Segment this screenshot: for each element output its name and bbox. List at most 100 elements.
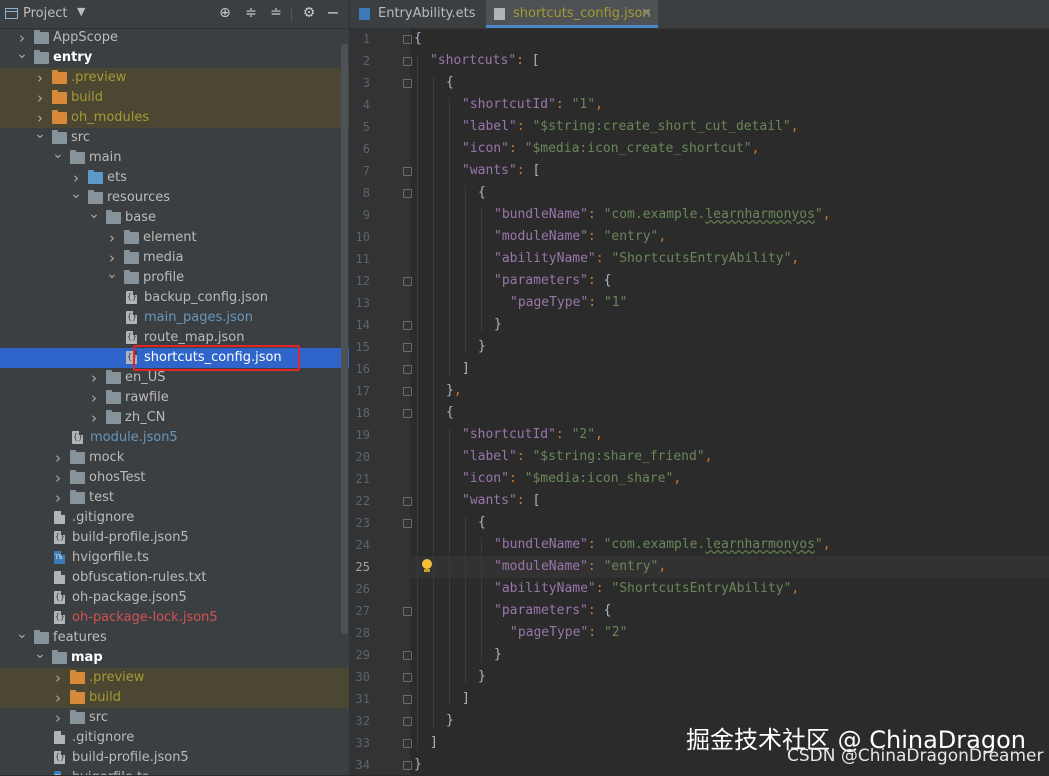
fold-icon[interactable] [403,607,412,616]
fold-icon[interactable] [403,761,412,770]
code-token: "shortcutId" [462,427,556,442]
tree-item[interactable]: › test [0,488,349,508]
fold-icon[interactable] [403,409,412,418]
chevron-right-icon[interactable]: › [34,68,46,88]
project-title[interactable]: Project [23,6,67,21]
gear-icon[interactable]: ⚙ [300,4,318,22]
chevron-right-icon[interactable]: › [88,408,100,428]
tree-item[interactable]: oh-package.json5 [0,588,349,608]
fold-icon[interactable] [403,717,412,726]
tree-item[interactable]: oh-package-lock.json5 [0,608,349,628]
tree-item[interactable]: main_pages.json [0,308,349,328]
tree-item[interactable]: ⌄ map [0,647,349,668]
tree-item[interactable]: › mock [0,448,349,468]
fold-icon[interactable] [403,321,412,330]
tree-item[interactable]: › zh_CN [0,408,349,428]
fold-icon[interactable] [403,387,412,396]
fold-icon[interactable] [403,57,412,66]
tree-item[interactable]: ⌄ features [0,627,349,648]
tree-item[interactable]: › rawfile [0,388,349,408]
code-token: { [414,31,422,46]
tree-item[interactable]: .gitignore [0,508,349,528]
tree-item[interactable]: › ohosTest [0,468,349,488]
fold-icon[interactable] [403,739,412,748]
tree-item[interactable]: › AppScope [0,28,349,48]
chevron-right-icon[interactable]: › [52,668,64,688]
minimize-icon[interactable]: − [324,4,342,22]
tree-item[interactable]: ⌄ src [0,127,349,148]
code-token: : [587,537,604,552]
chevron-right-icon[interactable]: › [52,448,64,468]
chevron-right-icon[interactable]: › [34,88,46,108]
chevron-right-icon[interactable]: › [52,708,64,728]
fold-icon[interactable] [403,189,412,198]
fold-icon[interactable] [403,277,412,286]
ts-file-icon [54,771,65,775]
chevron-right-icon[interactable]: › [88,368,100,388]
file-icon [54,511,65,524]
chevron-down-icon[interactable]: ⌄ [88,207,100,228]
chevron-right-icon[interactable]: › [106,228,118,248]
chevron-right-icon[interactable]: › [52,688,64,708]
tree-item[interactable]: ⌄ resources [0,187,349,208]
tree-item[interactable]: hvigorfile.ts [0,548,349,568]
tab-shortcuts-config[interactable]: shortcuts_config.json ✕ [486,0,658,28]
tree-item[interactable]: .gitignore [0,728,349,748]
fold-icon[interactable] [403,35,412,44]
expand-all-icon[interactable]: ≑ [242,4,260,22]
chevron-down-icon[interactable]: ⌄ [16,627,28,648]
tree-item[interactable]: › element [0,228,349,248]
tree-item[interactable]: hvigorfile.ts [0,768,349,775]
tree-item[interactable]: build-profile.json5 [0,528,349,548]
tree-item[interactable]: › ets [0,168,349,188]
fold-icon[interactable] [403,519,412,528]
fold-icon[interactable] [403,651,412,660]
fold-icon[interactable] [403,365,412,374]
chevron-right-icon[interactable]: › [106,248,118,268]
fold-icon[interactable] [403,79,412,88]
chevron-down-icon[interactable]: ▼ [77,5,85,18]
tree-item[interactable]: build-profile.json5 [0,748,349,768]
tree-item[interactable]: › src [0,708,349,728]
chevron-down-icon[interactable]: ⌄ [16,47,28,68]
collapse-all-icon[interactable]: ≐ [267,4,285,22]
tree-item[interactable]: ⌄ main [0,147,349,168]
close-icon[interactable]: ✕ [641,0,652,28]
chevron-down-icon[interactable]: ⌄ [70,187,82,208]
tree-item[interactable]: › build [0,688,349,708]
chevron-right-icon[interactable]: › [70,168,82,188]
chevron-right-icon[interactable]: › [52,468,64,488]
chevron-down-icon[interactable]: ⌄ [52,147,64,168]
tree-item[interactable]: ⌄ base [0,207,349,228]
tree-item-label: main [89,150,122,165]
fold-icon[interactable] [403,167,412,176]
tree-item[interactable]: › .preview [0,68,349,88]
fold-icon[interactable] [403,497,412,506]
lightbulb-icon[interactable] [421,559,433,573]
chevron-right-icon[interactable]: › [88,388,100,408]
fold-icon[interactable] [403,343,412,352]
tree-item[interactable]: › oh_modules [0,108,349,128]
tree-scrollbar[interactable] [341,44,348,634]
chevron-right-icon[interactable]: › [52,488,64,508]
chevron-down-icon[interactable]: ⌄ [34,647,46,668]
tab-entryability[interactable]: EntryAbility.ets [350,0,486,28]
chevron-down-icon[interactable]: ⌄ [106,267,118,288]
tree-item[interactable]: › media [0,248,349,268]
tree-item[interactable]: ⌄ entry [0,47,349,68]
chevron-right-icon[interactable]: › [16,28,28,48]
tree-item[interactable]: ⌄ profile [0,267,349,288]
tree-item[interactable]: obfuscation-rules.txt [0,568,349,588]
crosshair-icon[interactable]: ⊕ [216,4,234,22]
fold-icon[interactable] [403,673,412,682]
tree-item[interactable]: › en_US [0,368,349,388]
tree-item[interactable]: › .preview [0,668,349,688]
tree-item[interactable]: module.json5 [0,428,349,448]
tree-item[interactable]: backup_config.json [0,288,349,308]
fold-icon[interactable] [403,695,412,704]
chevron-right-icon[interactable]: › [34,108,46,128]
tree-item[interactable]: › build [0,88,349,108]
chevron-down-icon[interactable]: ⌄ [34,127,46,148]
line-number: 3 [362,76,370,90]
folder-icon [106,370,121,384]
